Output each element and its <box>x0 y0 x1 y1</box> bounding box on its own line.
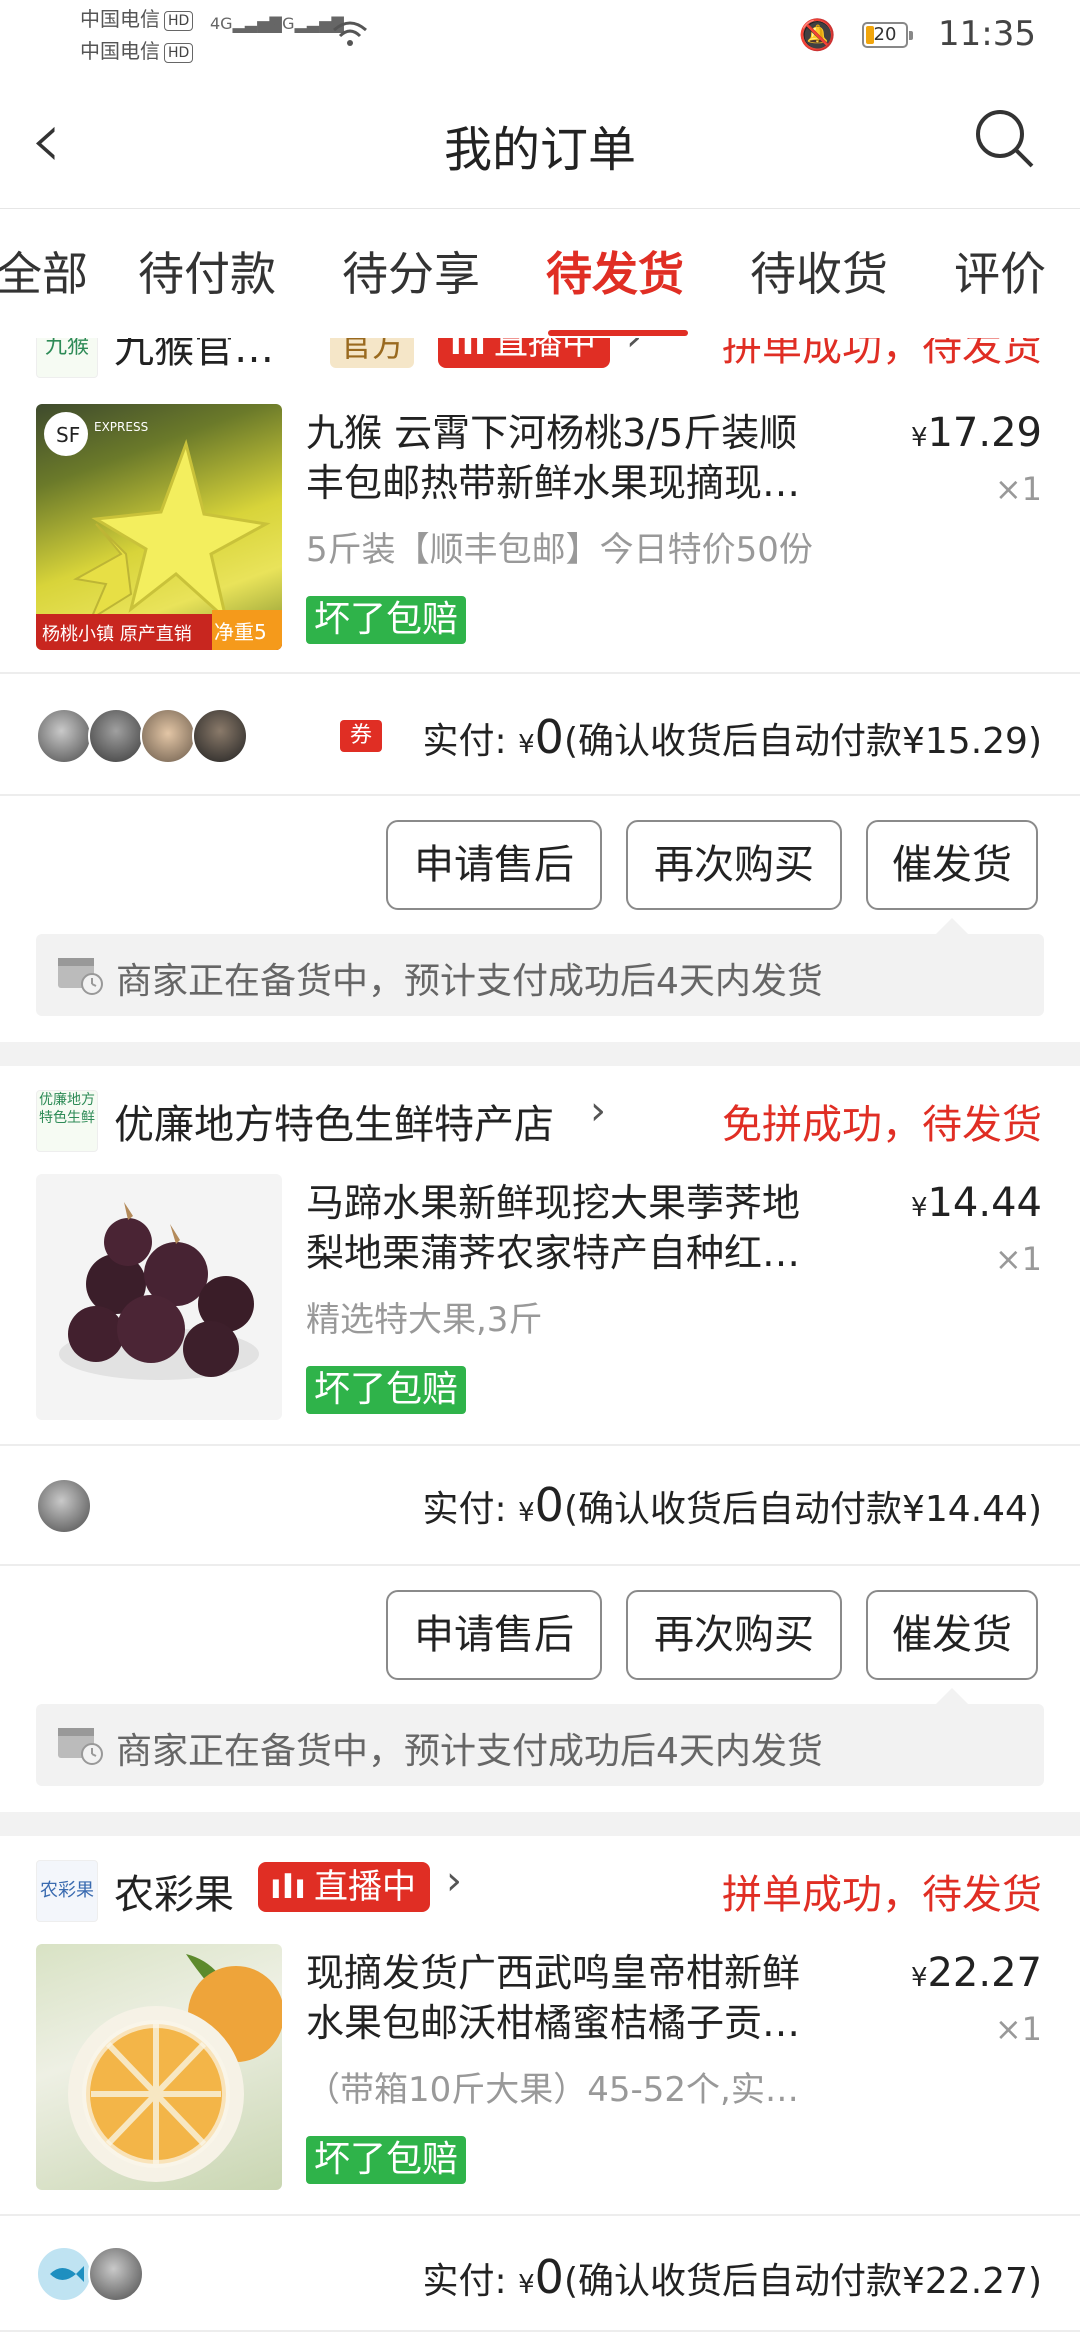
order-status: 拼单成功，待发货 <box>722 338 1042 370</box>
avatar <box>192 708 248 764</box>
notice-text: 商家正在备货中，预计支付成功后4天内发货 <box>116 1731 823 1772</box>
carrier-2: 中国电信 HD <box>80 36 194 66</box>
page-title: 我的订单 <box>443 122 636 178</box>
avatar <box>140 708 196 764</box>
thumb-weight: 净重5斤 <box>214 620 267 650</box>
tangerine-image <box>68 1954 282 2182</box>
divider <box>0 1564 1080 1566</box>
notice-text: 商家正在备货中，预计支付成功后4天内发货 <box>116 961 823 1002</box>
product-spec: 精选特大果,3斤 <box>306 1300 543 1340</box>
calendar-clock-icon <box>58 1728 103 1765</box>
product-thumbnail[interactable] <box>36 1944 282 2190</box>
urge-shipping-button[interactable]: 催发货 <box>866 1590 1038 1680</box>
product-price: ¥17.29 <box>910 410 1042 456</box>
product-qty: ×1 <box>994 470 1042 508</box>
divider <box>0 1444 1080 1446</box>
tab-all[interactable]: 全部 <box>0 238 88 304</box>
clock: 11:35 <box>938 14 1036 54</box>
product-qty: ×1 <box>994 2010 1042 2048</box>
search-icon[interactable] <box>972 106 1036 170</box>
wifi-icon <box>333 21 367 46</box>
carrier-2-label: 中国电信 <box>80 39 160 63</box>
product-spec: 5斤装【顺丰包邮】今日特价50份 <box>306 530 813 570</box>
avatar <box>36 708 92 764</box>
carrier-1-label: 中国电信 <box>80 7 160 31</box>
product-thumbnail[interactable]: SF EXPRESS 杨桃小镇 原产直销 净重5斤 <box>36 404 282 650</box>
divider <box>0 2214 1080 2216</box>
store-logo[interactable]: 优廉地方特色生鲜 <box>36 1090 98 1152</box>
guarantee-badge: 坏了包赔 <box>306 596 467 644</box>
shipping-notice: 商家正在备货中，预计支付成功后4天内发货 <box>36 934 1044 1016</box>
water-chestnut-image <box>59 1202 259 1380</box>
tab-to-ship[interactable]: 待发货 <box>546 238 684 304</box>
carrier-1: 中国电信 HD <box>80 4 194 34</box>
divider <box>0 672 1080 674</box>
urge-shipping-button[interactable]: 催发货 <box>866 820 1038 910</box>
chevron-right-icon[interactable]: › <box>590 1088 606 1134</box>
tab-to-receive[interactable]: 待收货 <box>750 238 888 304</box>
live-tag: ıIı 直播中 <box>438 338 610 368</box>
store-logo[interactable]: 农彩果 <box>36 1860 98 1922</box>
active-tab-indicator <box>548 330 688 336</box>
tab-review[interactable]: 评价 <box>954 238 1046 304</box>
product-qty: ×1 <box>994 1240 1042 1278</box>
calendar-clock-icon <box>58 958 103 995</box>
section-gap <box>0 1042 1080 1066</box>
coupon-icon: 券 <box>340 720 382 752</box>
after-sale-button[interactable]: 申请售后 <box>386 1590 602 1680</box>
tab-to-share[interactable]: 待分享 <box>342 238 480 304</box>
payment-summary: 实付: ¥0(确认收货后自动付款¥15.29) <box>422 710 1042 764</box>
avatar <box>36 2246 92 2302</box>
divider <box>0 794 1080 796</box>
tab-to-pay[interactable]: 待付款 <box>138 238 276 304</box>
avatar <box>88 708 144 764</box>
store-logo[interactable]: 九猴 <box>36 338 98 378</box>
product-spec: （带箱10斤大果）45-52个,实… <box>306 2070 799 2110</box>
product-name[interactable]: 马蹄水果新鲜现挖大果荸荠地 梨地栗蒲荠农家特产自种红… <box>306 1178 866 1278</box>
avatar <box>36 1478 92 1534</box>
product-thumbnail[interactable] <box>36 1174 282 1420</box>
guarantee-badge: 坏了包赔 <box>306 1366 467 1414</box>
live-tag: ıIı 直播中 <box>258 1862 430 1912</box>
notice-pointer <box>936 1688 968 1704</box>
thumb-caption: 杨桃小镇 原产直销 <box>42 624 192 645</box>
store-name[interactable]: 九猴官… <box>114 338 274 374</box>
product-name[interactable]: 现摘发货广西武鸣皇帝柑新鲜 水果包邮沃柑橘蜜桔橘子贡… <box>306 1948 866 2048</box>
section-gap <box>0 1812 1080 1836</box>
divider <box>0 2330 1080 2332</box>
order-status: 免拼成功，待发货 <box>722 1102 1042 1148</box>
avatar <box>88 2246 144 2302</box>
store-name[interactable]: 优廉地方特色生鲜特产店 <box>114 1092 554 1150</box>
guarantee-badge: 坏了包赔 <box>306 2136 467 2184</box>
shipping-notice: 商家正在备货中，预计支付成功后4天内发货 <box>36 1704 1044 1786</box>
starfruit-image: SF <box>36 412 282 650</box>
product-price: ¥22.27 <box>910 1950 1042 1996</box>
payment-summary: 实付: ¥0(确认收货后自动付款¥14.44) <box>422 1478 1042 1532</box>
hd-icon: HD <box>164 10 194 31</box>
rebuy-button[interactable]: 再次购买 <box>626 1590 842 1680</box>
product-name[interactable]: 九猴 云霄下河杨桃3/5斤装顺 丰包邮热带新鲜水果现摘现… <box>306 408 866 508</box>
battery-icon: 20 <box>862 22 913 48</box>
payment-summary: 实付: ¥0(确认收货后自动付款¥22.27) <box>422 2250 1042 2304</box>
hd-icon: HD <box>164 42 194 63</box>
sf-logo-text: EXPRESS <box>94 420 149 434</box>
after-sale-button[interactable]: 申请售后 <box>386 820 602 910</box>
official-tag: 官方 <box>330 338 415 368</box>
mute-bell-icon: 🔕 <box>798 18 836 53</box>
notice-pointer <box>936 918 968 934</box>
product-price: ¥14.44 <box>910 1180 1042 1226</box>
fish-icon <box>50 2266 84 2282</box>
status-bar: 中国电信 HD 中国电信 HD 4G▂▃▅▇ 4G▂▃▅▇ 🔕 20 11:35 <box>0 0 1080 72</box>
svg-text:SF: SF <box>56 423 80 447</box>
rebuy-button[interactable]: 再次购买 <box>626 820 842 910</box>
chevron-right-icon[interactable]: › <box>446 1858 462 1904</box>
chevron-right-icon[interactable]: › <box>626 338 642 360</box>
store-name[interactable]: 农彩果 <box>114 1862 234 1920</box>
order-status: 拼单成功，待发货 <box>722 1872 1042 1918</box>
